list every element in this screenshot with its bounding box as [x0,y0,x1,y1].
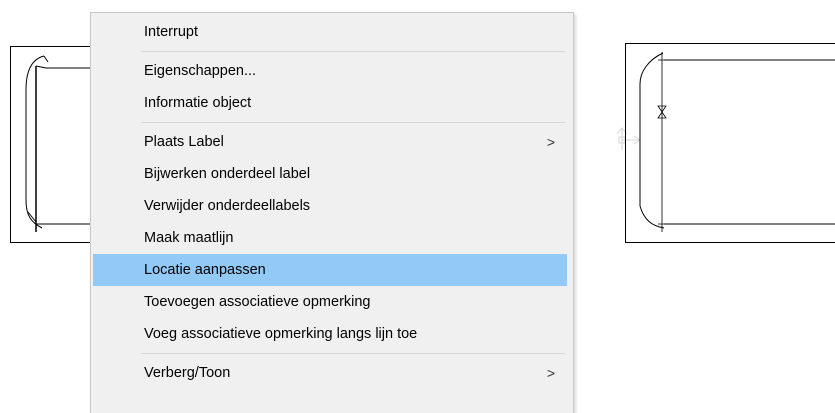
menu-item-label: Maak maatlijn [144,230,234,246]
menu-item-remove-part-labels[interactable]: Verwijder onderdeellabels [93,190,567,222]
menu-item-label: Informatie object [144,95,252,111]
menu-separator [141,353,565,354]
menu-separator [141,51,565,52]
menu-item-place-label[interactable]: Plaats Label > [93,126,567,158]
menu-item-interrupt[interactable]: Interrupt [93,16,567,48]
menu-item-hide-show[interactable]: Verberg/Toon > [93,357,567,389]
menu-separator [141,122,565,123]
menu-item-label: Verberg/Toon [144,365,231,381]
menu-item-label: Voeg associatieve opmerking langs lijn t… [144,326,418,342]
menu-item-add-associative-note[interactable]: Toevoegen associatieve opmerking [93,286,567,318]
chevron-right-icon: > [546,134,555,150]
menu-item-label: Interrupt [144,24,198,40]
menu-item-label: Eigenschappen... [144,63,257,79]
menu-item-object-info[interactable]: Informatie object [93,87,567,119]
menu-item-create-dimension[interactable]: Maak maatlijn [93,222,567,254]
menu-item-adjust-location[interactable]: Locatie aanpassen [93,254,567,286]
context-menu: Interrupt Eigenschappen... Informatie ob… [90,12,574,413]
coordinate-axis-icon [616,127,641,150]
menu-item-label: Plaats Label [144,134,224,150]
right-drawing-view[interactable] [625,43,835,243]
menu-item-label: Verwijder onderdeellabels [144,198,311,214]
menu-item-label: Toevoegen associatieve opmerking [144,294,371,310]
menu-item-add-associative-note-along-line[interactable]: Voeg associatieve opmerking langs lijn t… [93,318,567,350]
menu-item-label: Bijwerken onderdeel label [144,166,311,182]
chevron-right-icon: > [546,365,555,381]
drawing-canvas[interactable]: Interrupt Eigenschappen... Informatie ob… [0,0,835,413]
menu-item-label: Locatie aanpassen [144,262,266,278]
menu-item-properties[interactable]: Eigenschappen... [93,55,567,87]
menu-item-update-part-label[interactable]: Bijwerken onderdeel label [93,158,567,190]
